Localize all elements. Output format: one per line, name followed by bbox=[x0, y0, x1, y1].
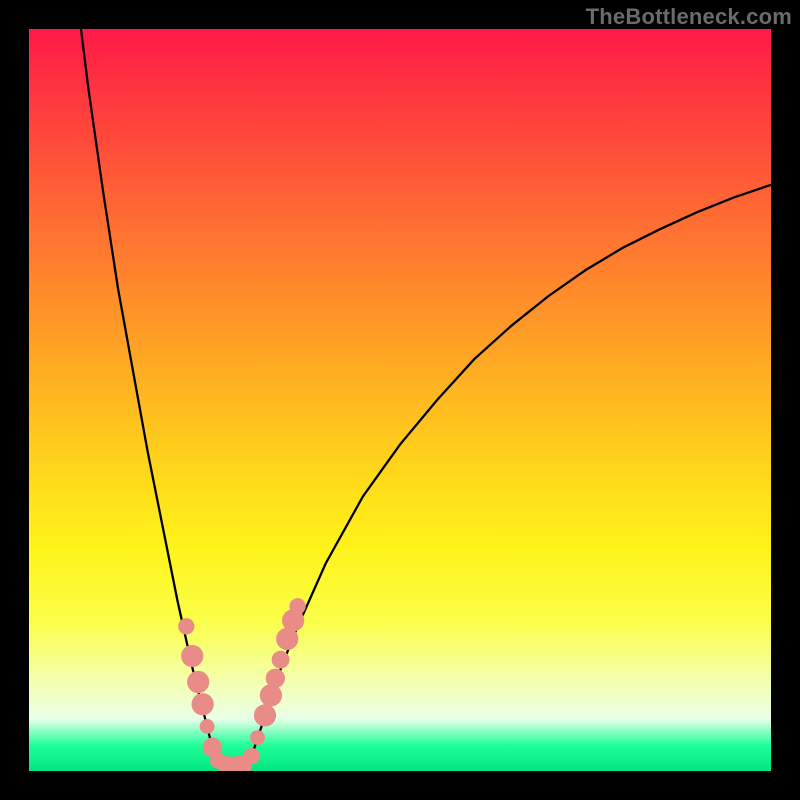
data-marker bbox=[178, 618, 194, 634]
data-marker bbox=[200, 719, 215, 734]
data-marker bbox=[260, 684, 282, 706]
data-marker bbox=[243, 748, 259, 764]
data-marker bbox=[266, 669, 285, 688]
data-marker bbox=[254, 704, 276, 726]
data-marker bbox=[272, 651, 290, 669]
chart-svg bbox=[29, 29, 771, 771]
data-marker bbox=[192, 693, 214, 715]
chart-frame: TheBottleneck.com bbox=[0, 0, 800, 800]
watermark-text: TheBottleneck.com bbox=[586, 4, 792, 30]
data-marker bbox=[187, 671, 209, 693]
plot-area bbox=[29, 29, 771, 771]
chart-markers bbox=[178, 598, 306, 771]
data-marker bbox=[250, 730, 265, 745]
data-marker bbox=[181, 645, 203, 667]
data-marker bbox=[289, 598, 305, 614]
